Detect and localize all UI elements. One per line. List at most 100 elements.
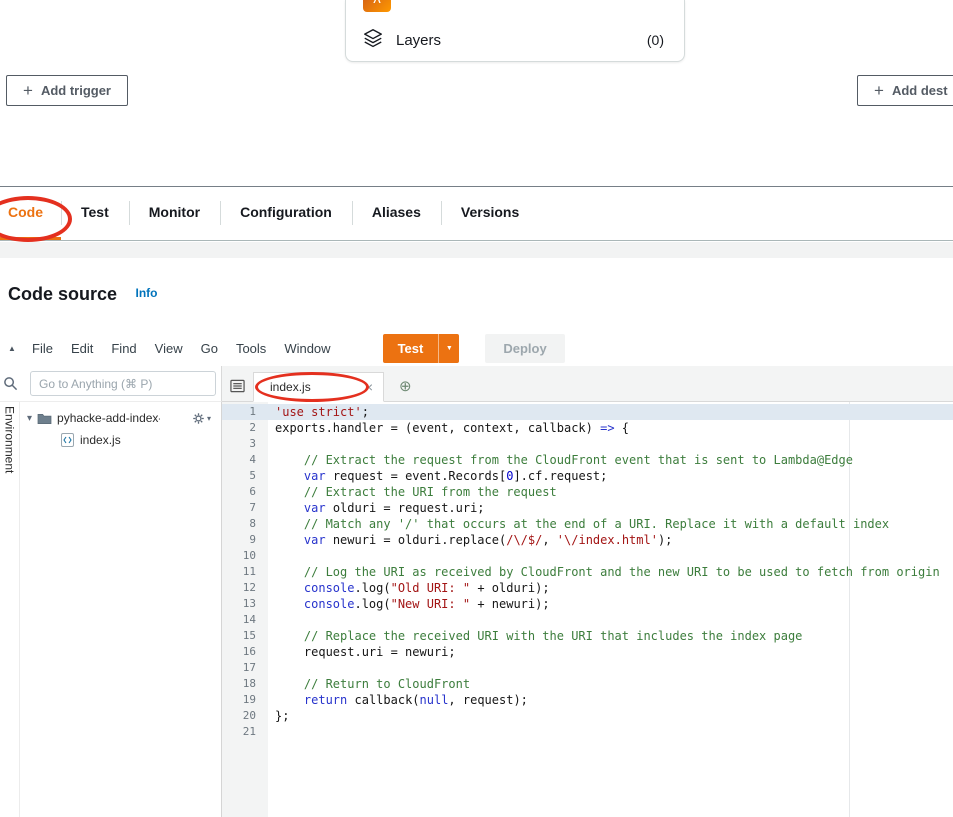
- code-source-title: Code source: [8, 284, 117, 304]
- line-number: 14: [222, 612, 268, 628]
- line-number: 21: [222, 724, 268, 740]
- line-content: // Match any '/' that occurs at the end …: [268, 516, 889, 532]
- info-link[interactable]: Info: [135, 286, 157, 300]
- add-trigger-label: Add trigger: [41, 83, 111, 98]
- disclosure-triangle-icon[interactable]: ▾: [27, 413, 32, 424]
- environment-sidebar[interactable]: Environment: [0, 402, 20, 817]
- code-line-1[interactable]: 1'use strict';: [222, 404, 953, 420]
- code-line-3[interactable]: 3: [222, 436, 953, 452]
- menu-edit[interactable]: Edit: [71, 341, 93, 356]
- code-lines: 1'use strict';2exports.handler = (event,…: [222, 402, 953, 740]
- code-line-17[interactable]: 17: [222, 660, 953, 676]
- code-line-7[interactable]: 7 var olduri = request.uri;: [222, 500, 953, 516]
- line-number: 20: [222, 708, 268, 724]
- code-editor[interactable]: 1'use strict';2exports.handler = (event,…: [222, 402, 953, 817]
- search-icon[interactable]: [3, 376, 18, 391]
- line-content: [268, 660, 275, 676]
- code-line-2[interactable]: 2exports.handler = (event, context, call…: [222, 420, 953, 436]
- menu-go[interactable]: Go: [201, 341, 218, 356]
- code-line-16[interactable]: 16 request.uri = newuri;: [222, 644, 953, 660]
- line-content: // Return to CloudFront: [268, 676, 470, 692]
- tab-test[interactable]: Test: [61, 187, 129, 240]
- tab-configuration[interactable]: Configuration: [220, 187, 352, 240]
- editor-tab-indexjs[interactable]: index.js ×: [253, 372, 384, 402]
- line-content: 'use strict';: [268, 404, 369, 420]
- menu-view[interactable]: View: [155, 341, 183, 356]
- menu-window[interactable]: Window: [284, 341, 330, 356]
- code-line-15[interactable]: 15 // Replace the received URI with the …: [222, 628, 953, 644]
- add-destination-button[interactable]: + Add dest: [857, 75, 953, 106]
- code-line-21[interactable]: 21: [222, 724, 953, 740]
- code-line-20[interactable]: 20};: [222, 708, 953, 724]
- close-tab-icon[interactable]: ×: [365, 380, 373, 394]
- tab-list-icon[interactable]: [230, 379, 245, 393]
- menu-tools[interactable]: Tools: [236, 341, 266, 356]
- code-line-10[interactable]: 10: [222, 548, 953, 564]
- ide-menubar-menus: File Edit Find View Go Tools Window: [32, 341, 331, 356]
- line-content: request.uri = newuri;: [268, 644, 456, 660]
- line-content: [268, 548, 275, 564]
- tab-code[interactable]: Code: [0, 187, 61, 240]
- code-line-14[interactable]: 14: [222, 612, 953, 628]
- plus-icon: +: [23, 82, 33, 99]
- gear-icon: [192, 412, 205, 425]
- code-line-19[interactable]: 19 return callback(null, request);: [222, 692, 953, 708]
- test-button[interactable]: Test: [383, 334, 439, 363]
- file-label: index.js: [80, 433, 121, 447]
- file-tree: ▾ pyhacke-add-index- ▾: [20, 402, 222, 817]
- line-number: 19: [222, 692, 268, 708]
- aws-lambda-console: λ Layers (0) + Add trigger + Add dest Co…: [0, 0, 953, 817]
- layers-icon: [362, 27, 384, 54]
- line-content: [268, 724, 275, 740]
- code-line-9[interactable]: 9 var newuri = olduri.replace(/\/$/, '\/…: [222, 532, 953, 548]
- line-number: 6: [222, 484, 268, 500]
- tab-monitor[interactable]: Monitor: [129, 187, 220, 240]
- menu-find[interactable]: Find: [111, 341, 136, 356]
- layers-label: Layers: [396, 32, 441, 49]
- code-line-6[interactable]: 6 // Extract the URI from the request: [222, 484, 953, 500]
- content-background-band: [0, 242, 953, 258]
- tab-aliases[interactable]: Aliases: [352, 187, 441, 240]
- code-line-11[interactable]: 11 // Log the URI as received by CloudFr…: [222, 564, 953, 580]
- cloud9-ide: ▲ File Edit Find View Go Tools Window Test ▼ D…: [0, 330, 953, 817]
- function-tabs: CodeTestMonitorConfigurationAliasesVersi…: [0, 187, 953, 241]
- test-options-caret-icon[interactable]: ▼: [438, 334, 459, 363]
- line-number: 10: [222, 548, 268, 564]
- ide-main-row: Environment ▾ pyhacke-add-index-: [0, 402, 953, 817]
- line-content: var request = event.Records[0].cf.reques…: [268, 468, 607, 484]
- add-trigger-button[interactable]: + Add trigger: [6, 75, 128, 106]
- code-line-4[interactable]: 4 // Extract the request from the CloudF…: [222, 452, 953, 468]
- line-content: console.log("New URI: " + newuri);: [268, 596, 550, 612]
- code-line-8[interactable]: 8 // Match any '/' that occurs at the en…: [222, 516, 953, 532]
- collapse-menu-icon[interactable]: ▲: [2, 344, 22, 353]
- tree-folder-row[interactable]: ▾ pyhacke-add-index- ▾: [20, 407, 221, 429]
- goto-anything-input[interactable]: [30, 371, 216, 396]
- line-number: 18: [222, 676, 268, 692]
- function-overview-card: λ Layers (0): [345, 0, 685, 62]
- code-line-13[interactable]: 13 console.log("New URI: " + newuri);: [222, 596, 953, 612]
- line-number: 17: [222, 660, 268, 676]
- line-number: 13: [222, 596, 268, 612]
- add-destination-label: Add dest: [892, 83, 948, 98]
- line-number: 11: [222, 564, 268, 580]
- environment-label: Environment: [3, 406, 17, 817]
- code-line-5[interactable]: 5 var request = event.Records[0].cf.requ…: [222, 468, 953, 484]
- new-tab-icon[interactable]: ⊕: [399, 379, 412, 394]
- tree-file-row[interactable]: index.js: [20, 429, 221, 451]
- tree-settings-button[interactable]: ▾: [192, 412, 211, 425]
- lambda-glyph: λ: [373, 0, 381, 7]
- code-line-12[interactable]: 12 console.log("Old URI: " + olduri);: [222, 580, 953, 596]
- line-number: 2: [222, 420, 268, 436]
- folder-icon: [37, 412, 52, 425]
- line-content: console.log("Old URI: " + olduri);: [268, 580, 550, 596]
- menu-file[interactable]: File: [32, 341, 53, 356]
- editor-tab-label: index.js: [270, 380, 311, 394]
- ide-second-row: index.js × ⊕: [0, 366, 953, 402]
- tab-versions[interactable]: Versions: [441, 187, 539, 240]
- line-number: 1: [222, 404, 268, 420]
- line-number: 4: [222, 452, 268, 468]
- deploy-button[interactable]: Deploy: [485, 334, 564, 363]
- code-line-18[interactable]: 18 // Return to CloudFront: [222, 676, 953, 692]
- layers-row[interactable]: Layers (0): [362, 26, 664, 54]
- line-number: 12: [222, 580, 268, 596]
